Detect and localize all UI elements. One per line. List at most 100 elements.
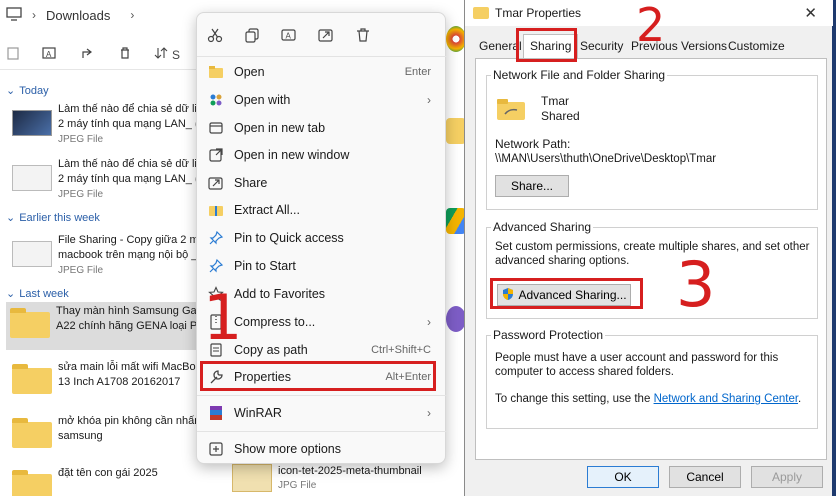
copy-icon[interactable]: [244, 27, 260, 43]
file-name[interactable]: icon-tet-2025-meta-thumbnail: [278, 465, 422, 477]
apply-button[interactable]: Apply: [751, 466, 823, 488]
menu-item-shortcut: Ctrl+Shift+C: [371, 343, 431, 356]
network-sharing-center-link[interactable]: Network and Sharing Center: [654, 393, 798, 405]
advanced-sharing-desc: Set custom permissions, create multiple …: [495, 241, 810, 253]
menu-item-pin-quick-access[interactable]: Pin to Quick access: [201, 224, 443, 251]
chrome-icon[interactable]: [446, 26, 466, 52]
file-thumbnail: [12, 110, 52, 136]
list-item[interactable]: File Sharing - Copy giữa 2 máy macbook t…: [8, 231, 198, 279]
group-header-today[interactable]: ⌄ Today: [6, 84, 49, 98]
close-icon[interactable]: ✕: [804, 4, 817, 22]
list-item[interactable]: đặt tên con gái 2025: [8, 464, 198, 496]
list-item[interactable]: sửa main lỗi mất wifi MacBook 13 Inch A1…: [8, 358, 198, 406]
step-number-2: 2: [636, 0, 666, 52]
folder-icon: [10, 308, 50, 338]
menu-item-open-with[interactable]: Open with ›: [201, 86, 443, 113]
delete-icon[interactable]: [118, 46, 132, 63]
sentence-period: .: [798, 393, 802, 405]
step-number-3: 3: [676, 248, 716, 321]
menu-item-label: Share: [234, 175, 268, 190]
group-title: Password Protection: [491, 328, 606, 342]
menu-item-shortcut: Enter: [404, 65, 431, 78]
list-item[interactable]: Làm thế nào để chia sẻ dữ liệu 2 máy tín…: [8, 155, 198, 203]
file-thumbnail[interactable]: [232, 464, 272, 492]
menu-item-pin-start[interactable]: Pin to Start: [201, 252, 443, 279]
menu-item-label: Extract All...: [234, 202, 300, 217]
context-menu: A Open Enter Open with › Open in new tab…: [196, 12, 447, 464]
file-name-cont: A22 chính hãng GENA loại Pro: [56, 320, 202, 332]
svg-text:A: A: [286, 31, 292, 40]
chevron-right-icon: ›: [427, 314, 431, 329]
menu-item-open-new-tab[interactable]: Open in new tab: [201, 114, 443, 141]
file-name-cont: samsung: [58, 430, 103, 442]
menu-item-label: Open with: [234, 92, 291, 107]
paste-icon[interactable]: [6, 46, 20, 63]
ok-button[interactable]: OK: [587, 466, 659, 488]
file-type: JPEG File: [58, 134, 104, 145]
shared-folder-icon: [497, 98, 527, 122]
sharing-panel: Network File and Folder Sharing Tmar Sha…: [475, 58, 827, 460]
menu-item-label: Open in new window: [234, 147, 350, 162]
cancel-button[interactable]: Cancel: [669, 466, 741, 488]
app-icon[interactable]: [446, 434, 466, 460]
rename-icon[interactable]: A: [42, 46, 58, 63]
menu-item-show-more-options[interactable]: Show more options: [201, 435, 443, 462]
file-name: File Sharing - Copy giữa 2 máy: [58, 234, 198, 246]
rename-icon[interactable]: A: [281, 27, 297, 43]
group-header-last-week[interactable]: ⌄ Last week: [6, 287, 69, 301]
folder-icon: [208, 64, 224, 80]
folder-icon[interactable]: [446, 118, 466, 144]
group-header-earlier-this-week[interactable]: ⌄ Earlier this week: [6, 211, 100, 225]
menu-item-label: Open in new tab: [234, 120, 326, 135]
menu-item-winrar[interactable]: WinRAR ›: [201, 399, 443, 426]
cut-icon[interactable]: [207, 27, 223, 43]
file-name: Thay màn hình Samsung Galaxy: [56, 305, 202, 317]
breadcrumb[interactable]: Downloads: [46, 8, 110, 23]
password-desc-cont: computer to access shared folders.: [495, 366, 674, 378]
menu-item-label: Pin to Quick access: [234, 230, 344, 245]
delete-icon[interactable]: [355, 27, 371, 43]
network-sharing-group: Network File and Folder Sharing Tmar Sha…: [486, 68, 818, 210]
file-type: JPEG File: [58, 189, 104, 200]
highlight-advanced-sharing: [490, 278, 643, 309]
menu-item-label: WinRAR: [234, 405, 282, 420]
share-status: Shared: [541, 109, 580, 123]
highlight-sharing-tab: [516, 28, 577, 62]
viber-icon[interactable]: [446, 306, 466, 332]
file-thumbnail: [12, 241, 52, 267]
context-quick-actions: A: [197, 13, 447, 57]
file-type: JPEG File: [58, 265, 104, 276]
folder-icon: [12, 418, 52, 448]
tab-security[interactable]: Security: [580, 39, 623, 53]
menu-divider: [197, 431, 447, 432]
group-title: Advanced Sharing: [491, 220, 594, 234]
highlight-properties: [200, 361, 436, 391]
drive-icon[interactable]: [446, 208, 466, 234]
file-name: đặt tên con gái 2025: [58, 467, 158, 479]
menu-item-label: Copy as path: [234, 342, 308, 357]
menu-item-label: Show more options: [234, 441, 342, 456]
menu-divider: [197, 395, 447, 396]
winrar-icon: [208, 405, 224, 421]
step-number-1: 1: [203, 281, 243, 354]
file-name-cont: 13 Inch A1708 20162017: [58, 376, 181, 388]
file-thumbnail: [12, 165, 52, 191]
chevron-down-icon: ⌄: [6, 85, 16, 97]
share-button[interactable]: Share...: [495, 175, 569, 197]
tab-customize[interactable]: Customize: [728, 39, 785, 53]
list-item[interactable]: mở khóa pin không cần nhấn samsung: [8, 412, 198, 460]
sort-label[interactable]: S: [172, 48, 180, 62]
menu-item-label: Compress to...: [234, 314, 316, 329]
menu-item-open[interactable]: Open Enter: [201, 58, 443, 85]
list-item[interactable]: Làm thế nào để chia sẻ dữ liệu 2 máy tín…: [8, 100, 198, 148]
share-icon[interactable]: [318, 27, 334, 43]
monitor-icon[interactable]: [6, 6, 22, 24]
share-icon: [208, 175, 224, 191]
menu-item-share[interactable]: Share: [201, 169, 443, 196]
menu-item-open-new-window[interactable]: Open in new window: [201, 141, 443, 168]
advanced-sharing-desc-cont: advanced sharing options.: [495, 255, 630, 267]
list-item-selected[interactable]: Thay màn hình Samsung Galaxy A22 chính h…: [6, 302, 202, 350]
share-icon[interactable]: [80, 46, 96, 63]
sort-icon[interactable]: [154, 46, 168, 63]
menu-item-extract-all[interactable]: Extract All...: [201, 196, 443, 223]
